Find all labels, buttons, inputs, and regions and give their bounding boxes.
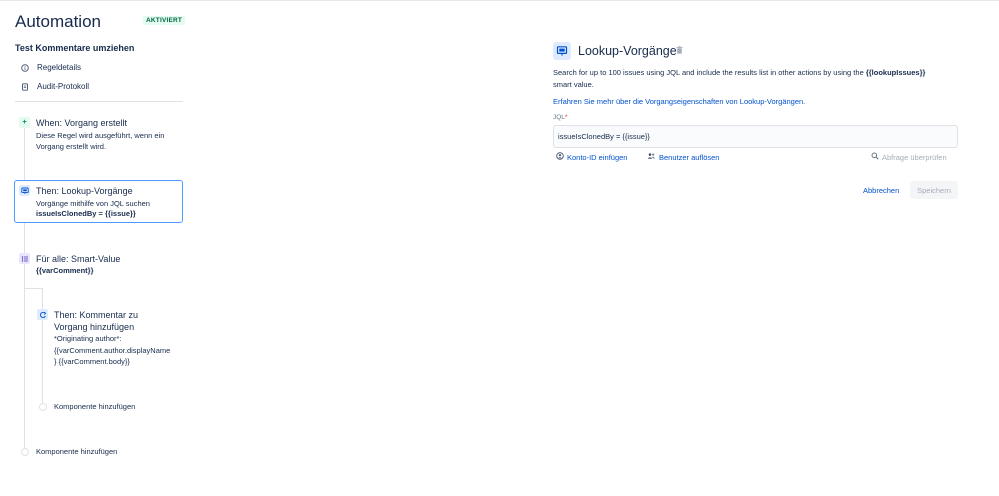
flow-node-lookup-selected[interactable]: Then: Lookup-Vorgänge Vorgänge mithilfe … (14, 180, 183, 223)
branch-connector-elbow (24, 288, 42, 289)
branch-title: Für alle: Smart-Value (36, 254, 121, 264)
trigger-title: When: Vorgang erstellt (36, 118, 128, 128)
comment-description-line1: *Originating author*: (54, 334, 122, 343)
lookup-icon (553, 42, 571, 60)
menu-item-label: Regeldetails (37, 63, 82, 72)
branch-connector-line (42, 288, 43, 406)
check-query-label: Abfrage überprüfen (882, 152, 947, 162)
panel-description-text: Search for up to 100 issues using JQL an… (553, 68, 866, 77)
cancel-button[interactable]: Abbrechen (857, 181, 905, 199)
rule-name: Test Kommentare umziehen (15, 43, 135, 53)
check-query-button[interactable]: Abfrage überprüfen (871, 152, 947, 162)
panel-description-text-end: smart value. (553, 79, 594, 89)
add-component-dot (39, 403, 47, 411)
smart-value-name: {{lookupIssues}} (865, 68, 926, 77)
user-icon (556, 152, 564, 162)
flow-connector-line (24, 126, 25, 452)
resolve-users-button[interactable]: Benutzer auflösen (647, 152, 719, 162)
comment-description-line2: {{varComment.author.displayName (54, 346, 171, 355)
trigger-description-line2: Vorgang erstellt wird. (36, 142, 107, 151)
add-component-dot (21, 448, 29, 456)
comment-icon (37, 309, 48, 320)
lookup-icon (19, 185, 30, 196)
lookup-query: issueIsClonedBy = {{issue}} (36, 209, 136, 218)
jql-label: JQL* (553, 114, 567, 121)
divider (15, 101, 183, 102)
document-icon (21, 82, 29, 91)
trigger-description-line1: Diese Regel wird ausgeführt, wenn ein (36, 131, 165, 140)
status-badge: AKTIVIERT (143, 16, 186, 25)
save-button[interactable]: Speichern (910, 181, 958, 199)
list-icon (19, 253, 30, 264)
add-component-inner-button[interactable]: Komponente hinzufügen (54, 402, 135, 411)
add-component-outer-button[interactable]: Komponente hinzufügen (36, 447, 117, 456)
panel-description: Search for up to 100 issues using JQL an… (553, 67, 963, 90)
jql-label-text: JQL (553, 114, 565, 121)
panel-title: Lookup-Vorgänge (578, 44, 677, 58)
menu-item-label: Audit-Protokoll (37, 82, 90, 91)
menu-item-rule-details[interactable]: Regeldetails (21, 63, 81, 72)
lookup-description: Vorgänge mithilfe von JQL suchen (36, 199, 150, 208)
comment-description-line3: } {{varComment.body}} (54, 357, 130, 366)
insert-account-id-label: Konto-ID einfügen (567, 152, 628, 162)
comment-title-line2: Vorgang hinzufügen (54, 322, 135, 332)
required-marker: * (564, 114, 568, 121)
branch-value: {{varComment}} (36, 266, 94, 275)
top-border (0, 0, 999, 1)
jql-input[interactable]: issueIsClonedBy = {{issue}} (553, 125, 958, 148)
insert-account-id-button[interactable]: Konto-ID einfügen (556, 152, 627, 162)
lookup-title: Then: Lookup-Vorgänge (36, 186, 133, 196)
resolve-users-label: Benutzer auflösen (659, 152, 720, 162)
page-title: Automation (15, 12, 101, 31)
learn-more-link[interactable]: Erfahren Sie mehr über die Vorgangseigen… (553, 97, 805, 106)
comment-title-line1: Then: Kommentar zu (54, 310, 139, 320)
plus-icon: + (19, 117, 30, 128)
users-icon (647, 152, 656, 162)
menu-item-audit-log[interactable]: Audit-Protokoll (21, 82, 89, 91)
info-icon (21, 63, 29, 72)
trash-icon[interactable] (676, 46, 683, 56)
search-icon (871, 152, 879, 162)
